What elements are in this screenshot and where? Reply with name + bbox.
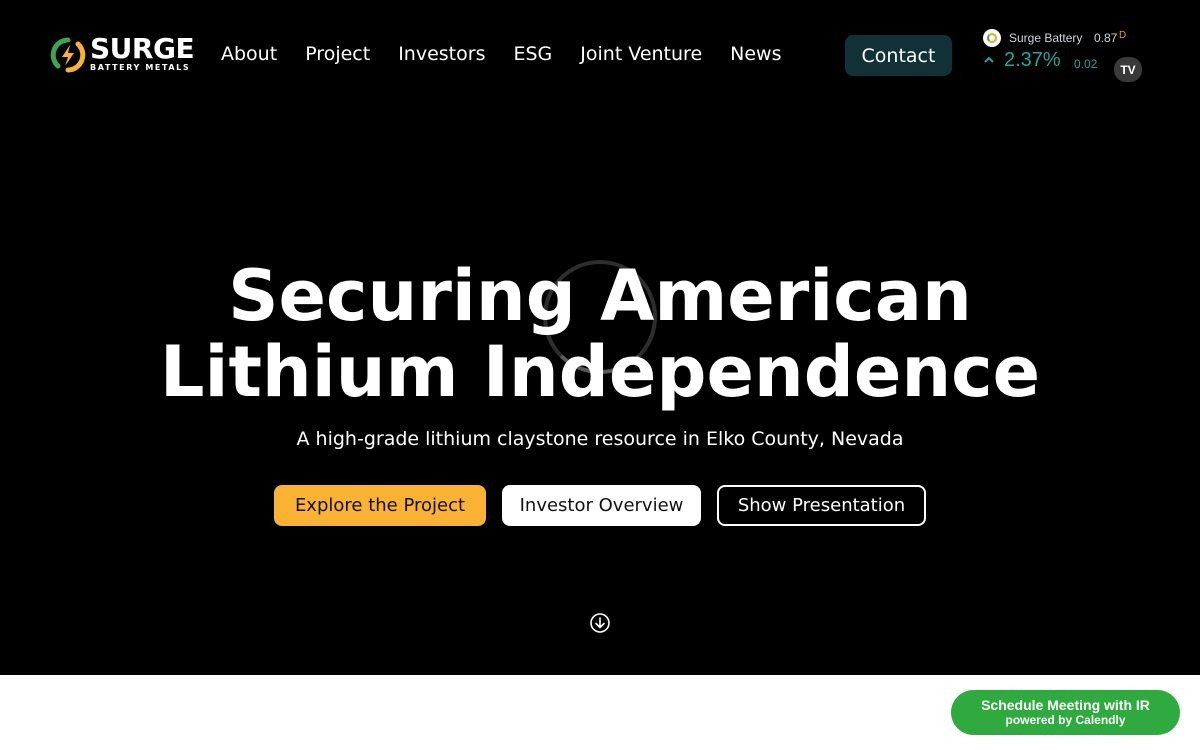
explore-project-button[interactable]: Explore the Project	[274, 485, 486, 526]
arrow-down-circle-icon[interactable]	[589, 612, 611, 634]
main-nav: About Project Investors ESG Joint Ventur…	[221, 42, 809, 66]
ticker-change-percent: 2.37%	[1004, 49, 1061, 71]
logo-wordmark: SURGE	[90, 32, 195, 65]
nav-news[interactable]: News	[730, 42, 781, 66]
hero-section: SURGE BATTERY METALS About Project Inves…	[0, 0, 1200, 675]
stock-ticker-widget[interactable]: Surge Battery 0.87 D 2.37% 0.02 TV	[983, 28, 1148, 84]
ticker-price: 0.87	[1094, 31, 1118, 45]
schedule-meeting-button[interactable]: Schedule Meeting with IR powered by Cale…	[951, 690, 1180, 735]
calendly-main-label: Schedule Meeting with IR	[981, 697, 1150, 713]
logo-text: SURGE BATTERY METALS	[90, 32, 195, 73]
hero-title: Securing American Lithium Independence	[0, 258, 1200, 410]
ticker-interval: D	[1119, 30, 1127, 41]
lightning-bolt-icon	[50, 37, 86, 72]
logo-tagline: BATTERY METALS	[90, 63, 191, 72]
site-logo[interactable]: SURGE BATTERY METALS	[50, 32, 195, 73]
investor-overview-button[interactable]: Investor Overview	[502, 485, 701, 526]
ticker-logo-icon	[983, 29, 1001, 47]
hero-subtitle: A high-grade lithium claystone resource …	[296, 428, 904, 450]
nav-esg[interactable]: ESG	[513, 42, 552, 66]
hero-title-line-1: Securing American	[228, 255, 972, 337]
nav-investors[interactable]: Investors	[398, 42, 485, 66]
hero-title-line-2: Lithium Independence	[159, 331, 1041, 413]
ticker-name: Surge Battery	[1009, 31, 1083, 45]
ticker-change-value: 0.02	[1074, 57, 1098, 71]
chevron-up-icon	[984, 56, 994, 63]
nav-joint-venture[interactable]: Joint Venture	[580, 42, 702, 66]
show-presentation-button[interactable]: Show Presentation	[717, 485, 926, 526]
calendly-sub-label: powered by Calendly	[1005, 713, 1126, 727]
nav-project[interactable]: Project	[305, 42, 370, 66]
nav-about[interactable]: About	[221, 42, 277, 66]
contact-button[interactable]: Contact	[845, 35, 952, 76]
tradingview-badge[interactable]: TV	[1114, 57, 1142, 82]
